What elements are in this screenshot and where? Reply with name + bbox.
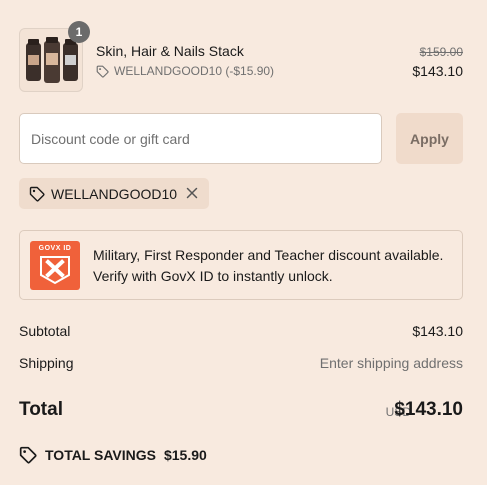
final-price: $143.10 [412,63,463,79]
original-price: $159.00 [419,45,463,59]
subtotal-label: Subtotal [19,323,71,339]
quantity-badge: 1 [68,21,90,43]
savings-label: TOTAL SAVINGS [45,447,156,463]
applied-code-text: WELLANDGOOD10 [51,185,178,202]
discount-code-input[interactable] [19,113,382,164]
shipping-value: Enter shipping address [319,355,463,371]
apply-button[interactable]: Apply [396,113,463,164]
subtotal-value: $143.10 [412,323,463,339]
applied-discount-tag: WELLANDGOOD10 [19,178,209,209]
tag-icon [19,446,37,464]
close-icon[interactable] [185,186,199,200]
product-name: Skin, Hair & Nails Stack [96,43,244,59]
savings-value: $15.90 [163,447,207,463]
total-savings: TOTAL SAVINGS $15.90 [19,446,207,464]
govx-logo-text: GOVX ID [38,245,72,252]
govx-x-icon [40,256,70,285]
total-label: Total [19,399,63,420]
tag-icon [29,186,45,201]
shipping-label: Shipping [19,355,74,371]
supplement-bottles-image [26,37,78,83]
govx-message: Military, First Responder and Teacher di… [93,247,444,284]
govx-banner[interactable]: GOVX ID Military, First Responder and Te… [19,230,463,300]
tag-icon [96,65,109,78]
product-discount-text: WELLANDGOOD10 (-$15.90) [114,64,275,78]
total-value: $143.10 [394,399,463,420]
product-discount-line: WELLANDGOOD10 (-$15.90) [96,64,274,78]
govx-logo: GOVX ID [30,241,80,290]
